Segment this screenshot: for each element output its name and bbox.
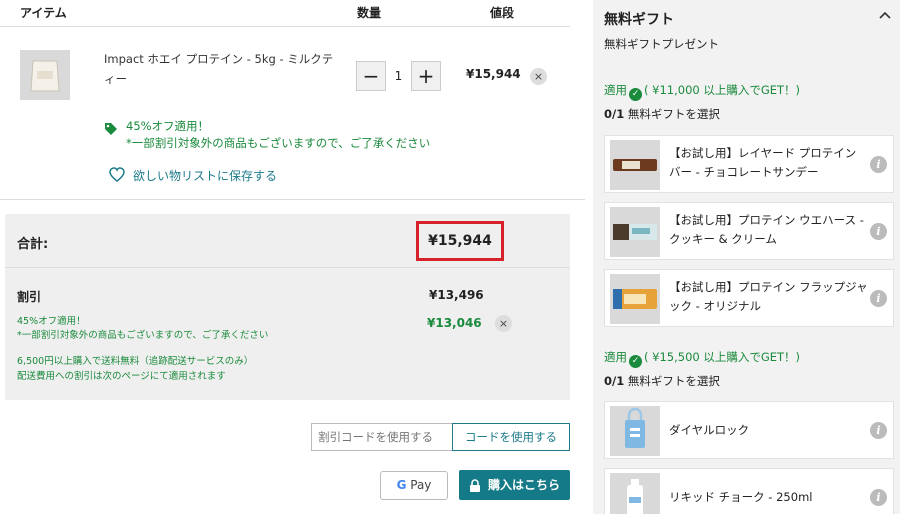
- gift-name: 【お試し用】プロテイン ウエハース - クッキー & クリーム: [669, 211, 869, 249]
- cart-panel: アイテム 数量 値段 Impact ホエイ プロテイン - 5kg - ミルクテ…: [0, 0, 585, 514]
- gift-name: 【お試し用】レイヤード プロテイン バー - チョコレートサンデー: [669, 144, 869, 182]
- gift-name: ダイヤルロック: [669, 421, 869, 440]
- gift-image: [610, 274, 660, 324]
- header-price: 値段: [490, 6, 515, 20]
- header-qty: 数量: [357, 6, 382, 20]
- qty-decrease-button[interactable]: −: [356, 61, 386, 91]
- gift-name-line2: クッキー & クリーム: [669, 232, 777, 246]
- checkout-button[interactable]: 購入はこちら: [459, 470, 570, 500]
- tier-2-select-text: 無料ギフトを選択: [624, 374, 720, 388]
- tier-2-count: 0/1: [604, 374, 625, 388]
- info-icon[interactable]: i: [870, 290, 887, 307]
- product-price: ¥15,944: [466, 67, 521, 81]
- gift-name: リキッド チョーク - 250ml: [669, 488, 869, 507]
- product-promo-note: *一部割引対象外の商品もございますので、ご了承ください: [126, 136, 431, 150]
- gift-card[interactable]: 【お試し用】プロテイン ウエハース - クッキー & クリーム i: [604, 202, 894, 260]
- discount-value: ¥13,496: [429, 288, 484, 302]
- gift-image: [610, 140, 660, 190]
- google-pay-button[interactable]: G Pay: [380, 471, 448, 500]
- info-icon[interactable]: i: [870, 156, 887, 173]
- tier-1-select-text: 無料ギフトを選択: [624, 107, 720, 121]
- summary-promo-title: 45%オフ適用！: [17, 316, 86, 327]
- divider: [0, 199, 585, 200]
- protein-bar-icon: [613, 159, 657, 171]
- shipping-note-1: 6,500円以上購入で送料無料（追跡配送サービスのみ）: [17, 356, 254, 367]
- product-name-line1: Impact ホエイ プロテイン - 5kg - ミルクテ: [104, 52, 334, 66]
- google-g-icon: G: [396, 478, 407, 492]
- gift-tier-2-status: 適用 ✓( ¥15,500 以上購入でGET！): [604, 349, 800, 368]
- protein-bag-icon: [30, 60, 60, 92]
- gift-card[interactable]: 【お試し用】プロテイン フラップジャ ック - オリジナル i: [604, 269, 894, 327]
- gift-tier-2-select: 0/1 無料ギフトを選択: [604, 373, 720, 389]
- product-name[interactable]: Impact ホエイ プロテイン - 5kg - ミルクテ ィー: [104, 49, 334, 89]
- tier-1-applied: 適用: [604, 83, 627, 97]
- lock-icon: [470, 479, 480, 492]
- total-row: 合計: ¥15,944: [5, 214, 570, 268]
- summary-saving-value: ¥13,046: [427, 316, 482, 330]
- free-gift-panel: 無料ギフト 無料ギフトプレゼント 適用 ✓( ¥11,000 以上購入でGET！)…: [593, 0, 900, 514]
- gpay-label: Pay: [406, 478, 432, 492]
- gift-name: 【お試し用】プロテイン フラップジャ ック - オリジナル: [669, 278, 869, 316]
- info-icon[interactable]: i: [870, 422, 887, 439]
- qty-value[interactable]: 1: [386, 61, 411, 91]
- wafer-icon: [613, 224, 657, 240]
- info-icon[interactable]: i: [870, 223, 887, 240]
- chevron-up-icon[interactable]: [879, 11, 891, 19]
- product-image[interactable]: [20, 50, 70, 100]
- tag-icon: [105, 123, 117, 135]
- remove-item-button[interactable]: ×: [530, 68, 547, 85]
- product-promo-title: 45%オフ適用！: [126, 119, 210, 133]
- gift-card[interactable]: 【お試し用】レイヤード プロテイン バー - チョコレートサンデー i: [604, 135, 894, 193]
- gift-name-line1: 【お試し用】プロテイン ウエハース -: [669, 213, 864, 227]
- apply-coupon-button[interactable]: コードを使用する: [452, 423, 570, 451]
- checkout-label: 購入はこちら: [488, 478, 561, 492]
- gift-card[interactable]: ダイヤルロック i: [604, 401, 894, 459]
- save-to-wishlist-link[interactable]: 欲しい物リストに保存する: [133, 167, 277, 184]
- gift-card[interactable]: リキッド チョーク - 250ml i: [604, 468, 894, 514]
- gift-name-line1: リキッド チョーク - 250ml: [669, 490, 813, 504]
- gift-name-line2: バー - チョコレートサンデー: [669, 165, 819, 179]
- gift-panel-title: 無料ギフト: [604, 12, 674, 28]
- summary-promo-note: *一部割引対象外の商品もございますので、ご了承ください: [17, 330, 269, 341]
- total-label: 合計:: [17, 237, 49, 252]
- gift-name-line2: ック - オリジナル: [669, 299, 761, 313]
- coupon-code-input[interactable]: [311, 423, 453, 451]
- flapjack-icon: [613, 289, 657, 309]
- tier-1-count: 0/1: [604, 107, 625, 121]
- qty-increase-button[interactable]: +: [411, 61, 441, 91]
- tier-2-applied: 適用: [604, 350, 627, 364]
- dial-lock-icon: [625, 407, 645, 448]
- gift-image: [610, 207, 660, 257]
- tier-1-rule: ( ¥11,000 以上購入でGET！): [644, 83, 801, 97]
- info-icon[interactable]: i: [870, 489, 887, 506]
- check-circle-icon: ✓: [629, 355, 642, 368]
- gift-name-line1: 【お試し用】プロテイン フラップジャ: [669, 280, 868, 294]
- check-circle-icon: ✓: [629, 88, 642, 101]
- cart-table-header: アイテム 数量 値段: [0, 0, 570, 27]
- total-value: ¥15,944: [416, 221, 504, 261]
- gift-panel-subtitle: 無料ギフトプレゼント: [604, 37, 719, 51]
- gift-tier-1-status: 適用 ✓( ¥11,000 以上購入でGET！): [604, 82, 800, 101]
- gift-image: [610, 406, 660, 456]
- chalk-bottle-icon: [627, 479, 643, 514]
- gift-image: [610, 473, 660, 514]
- product-name-line2: ィー: [104, 72, 127, 86]
- tier-2-rule: ( ¥15,500 以上購入でGET！): [644, 350, 801, 364]
- heart-icon[interactable]: [109, 167, 125, 182]
- gift-tier-1-select: 0/1 無料ギフトを選択: [604, 106, 720, 122]
- discount-label: 割引: [17, 290, 42, 304]
- remove-discount-button[interactable]: ×: [495, 315, 512, 332]
- header-item: アイテム: [20, 6, 67, 20]
- order-summary: 合計: ¥15,944 割引 ¥13,496 45%オフ適用！ *一部割引対象外…: [5, 214, 570, 400]
- gift-name-line1: ダイヤルロック: [669, 423, 750, 437]
- shipping-note-2: 配送費用への割引は次のページにて適用されます: [17, 371, 226, 382]
- gift-name-line1: 【お試し用】レイヤード プロテイン: [669, 146, 857, 160]
